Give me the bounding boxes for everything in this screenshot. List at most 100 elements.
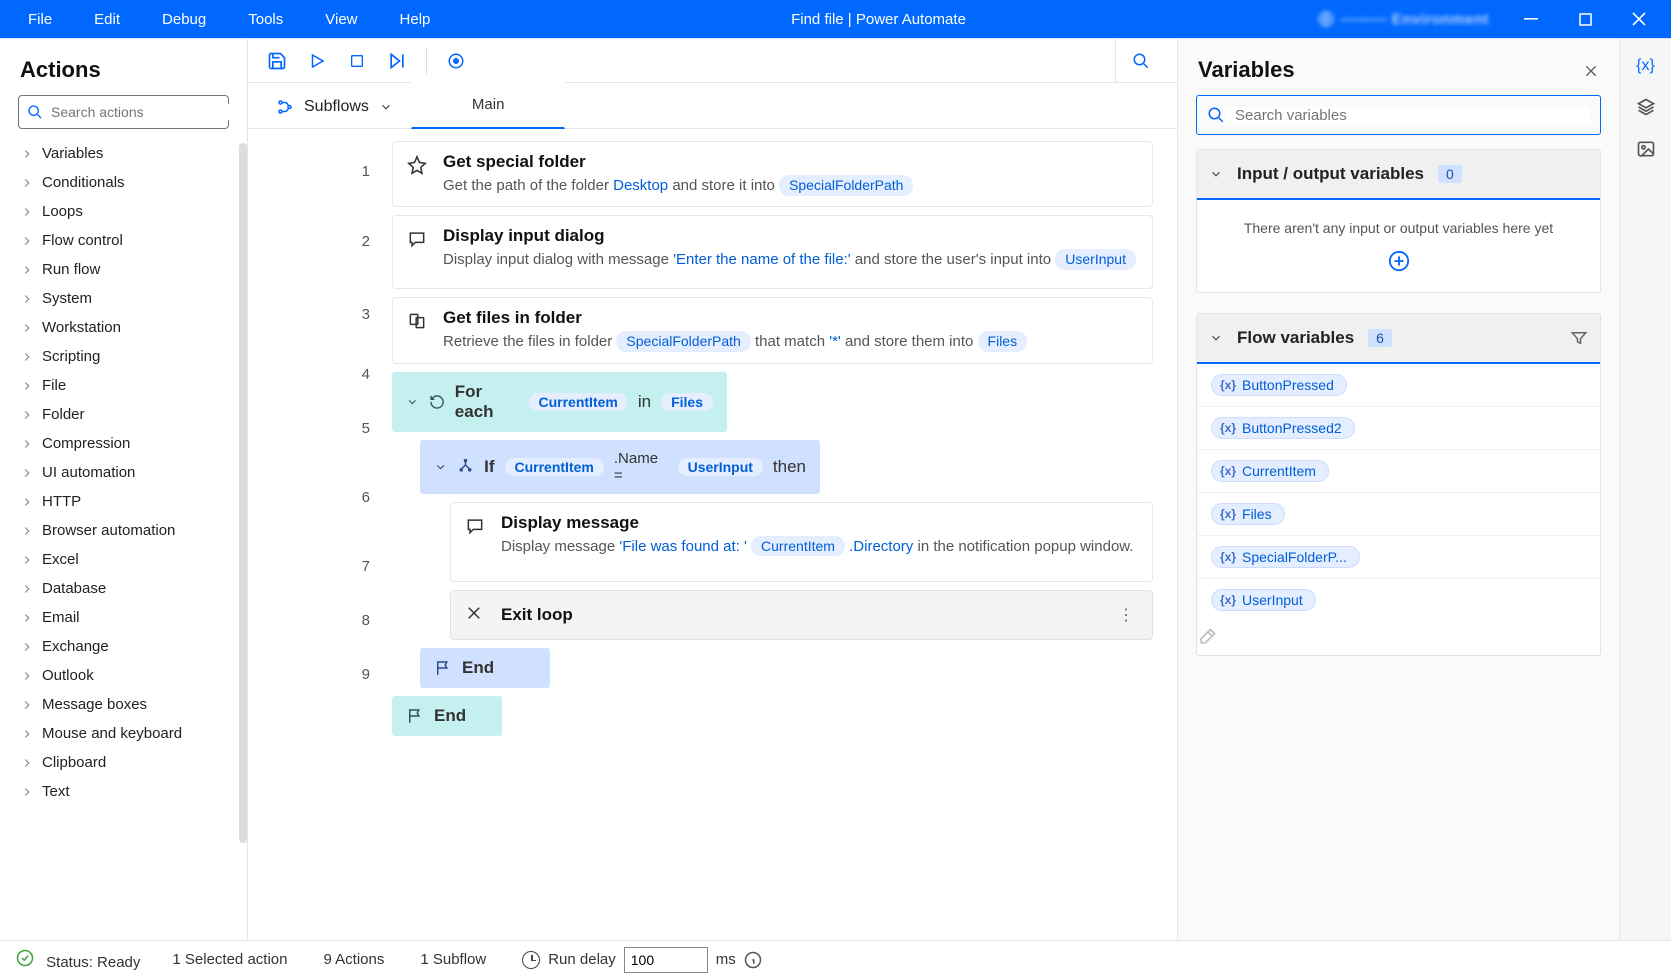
run-delay-label: Run delay — [548, 951, 616, 968]
step-get-files-in-folder[interactable]: Get files in folder Retrieve the files i… — [392, 297, 1153, 363]
step-end-foreach[interactable]: End — [392, 696, 502, 736]
io-variables-empty: There aren't any input or output variabl… — [1217, 220, 1580, 236]
action-category[interactable]: Exchange — [0, 632, 247, 661]
close-variables-button[interactable] — [1583, 57, 1599, 83]
step-if[interactable]: If CurrentItem .Name = UserInput then — [420, 440, 820, 494]
filter-button[interactable] — [1570, 329, 1588, 347]
flow-variable-row[interactable]: {x}UserInput — [1197, 578, 1600, 621]
save-button[interactable] — [260, 44, 294, 78]
window-minimize[interactable] — [1505, 0, 1557, 38]
step-title: Get files in folder — [443, 308, 1027, 328]
environment-label: ——— Environment — [1317, 10, 1489, 28]
variables-search[interactable] — [1196, 95, 1601, 135]
flag-icon — [434, 659, 452, 677]
step-exit-loop[interactable]: Exit loop ⋮ — [450, 590, 1153, 640]
step-title: Exit loop — [501, 605, 573, 625]
action-category[interactable]: Loops — [0, 197, 247, 226]
action-category[interactable]: Conditionals — [0, 168, 247, 197]
status-ready: Status: Ready — [46, 954, 140, 971]
add-io-variable-button[interactable] — [1217, 250, 1580, 272]
action-category[interactable]: UI automation — [0, 458, 247, 487]
action-category[interactable]: Run flow — [0, 255, 247, 284]
action-category[interactable]: Message boxes — [0, 690, 247, 719]
menu-view[interactable]: View — [315, 3, 367, 36]
step-more-menu[interactable]: ⋮ — [1114, 601, 1138, 629]
record-button[interactable] — [439, 44, 473, 78]
line-number: 5 — [248, 401, 388, 455]
action-category[interactable]: File — [0, 371, 247, 400]
chevron-down-icon[interactable] — [1209, 331, 1223, 345]
titlebar: File Edit Debug Tools View Help Find fil… — [0, 0, 1671, 38]
flow-variable-row[interactable]: {x}ButtonPressed — [1197, 364, 1600, 406]
branch-icon — [457, 458, 474, 476]
variables-rail-button[interactable]: {x} — [1636, 57, 1655, 75]
stop-button[interactable] — [340, 44, 374, 78]
action-category[interactable]: Excel — [0, 545, 247, 574]
variables-search-input[interactable] — [1225, 107, 1590, 124]
window-close[interactable] — [1613, 0, 1665, 38]
menu-file[interactable]: File — [18, 3, 62, 36]
right-rail: {x} — [1619, 39, 1671, 940]
canvas: Subflows Main 123456789 Get special fold… — [248, 39, 1177, 940]
action-category[interactable]: HTTP — [0, 487, 247, 516]
step-desc: Retrieve the files in folder SpecialFold… — [443, 331, 1027, 352]
action-category[interactable]: Compression — [0, 429, 247, 458]
menu-debug[interactable]: Debug — [152, 3, 216, 36]
action-category[interactable]: Database — [0, 574, 247, 603]
action-category[interactable]: Outlook — [0, 661, 247, 690]
erase-icon[interactable] — [1197, 627, 1600, 647]
action-category[interactable]: Folder — [0, 400, 247, 429]
action-category[interactable]: Flow control — [0, 226, 247, 255]
images-rail-button[interactable] — [1636, 139, 1656, 159]
flow-steps: Get special folder Get the path of the f… — [388, 129, 1177, 940]
action-category[interactable]: Workstation — [0, 313, 247, 342]
action-category[interactable]: Variables — [0, 139, 247, 168]
action-category[interactable]: Mouse and keyboard — [0, 719, 247, 748]
menu-edit[interactable]: Edit — [84, 3, 130, 36]
tab-main[interactable]: Main — [411, 81, 566, 129]
action-category[interactable]: Email — [0, 603, 247, 632]
actions-search-input[interactable] — [43, 104, 232, 120]
run-delay-unit: ms — [716, 951, 736, 968]
flow-variable-row[interactable]: {x}SpecialFolderP... — [1197, 535, 1600, 578]
flow-variables-title: Flow variables — [1237, 328, 1354, 348]
status-actions: 9 Actions — [323, 951, 384, 968]
actions-panel: Actions VariablesConditionalsLoopsFlow c… — [0, 39, 248, 940]
step-button[interactable] — [380, 44, 414, 78]
actions-search[interactable] — [18, 95, 229, 129]
statusbar: Status: Ready 1 Selected action 9 Action… — [0, 940, 1671, 978]
flow-variables-panel: Flow variables 6 {x}ButtonPressed{x}Butt… — [1196, 313, 1601, 656]
flow-variable-row[interactable]: {x}CurrentItem — [1197, 449, 1600, 492]
action-category[interactable]: Clipboard — [0, 748, 247, 777]
run-button[interactable] — [300, 44, 334, 78]
action-category[interactable]: Browser automation — [0, 516, 247, 545]
window-maximize[interactable] — [1559, 0, 1611, 38]
layers-rail-button[interactable] — [1636, 97, 1656, 117]
flow-variable-row[interactable]: {x}ButtonPressed2 — [1197, 406, 1600, 449]
actions-header: Actions — [0, 39, 247, 95]
flow-variable-row[interactable]: {x}Files — [1197, 492, 1600, 535]
step-display-message[interactable]: Display message Display message 'File wa… — [450, 502, 1153, 582]
io-variables-title: Input / output variables — [1237, 164, 1424, 184]
line-number: 7 — [248, 539, 388, 593]
menu-help[interactable]: Help — [390, 3, 441, 36]
loop-icon — [429, 393, 445, 411]
status-subflows: 1 Subflow — [420, 951, 486, 968]
action-category[interactable]: Scripting — [0, 342, 247, 371]
action-category[interactable]: System — [0, 284, 247, 313]
status-ok-icon — [16, 949, 34, 967]
flow-variables-count: 6 — [1368, 329, 1392, 347]
info-icon[interactable] — [744, 951, 762, 969]
step-display-input-dialog[interactable]: Display input dialog Display input dialo… — [392, 215, 1153, 289]
step-for-each[interactable]: For each CurrentItem in Files — [392, 372, 727, 432]
menu-tools[interactable]: Tools — [238, 3, 293, 36]
chevron-down-icon[interactable] — [1209, 167, 1223, 181]
run-delay-input[interactable] — [624, 947, 708, 973]
search-flow-button[interactable] — [1115, 39, 1165, 83]
subflows-dropdown[interactable]: Subflows — [258, 86, 411, 128]
step-end-if[interactable]: End — [420, 648, 550, 688]
status-selected: 1 Selected action — [172, 951, 287, 968]
step-get-special-folder[interactable]: Get special folder Get the path of the f… — [392, 141, 1153, 207]
action-category[interactable]: Text — [0, 777, 247, 806]
line-number: 1 — [248, 141, 388, 201]
